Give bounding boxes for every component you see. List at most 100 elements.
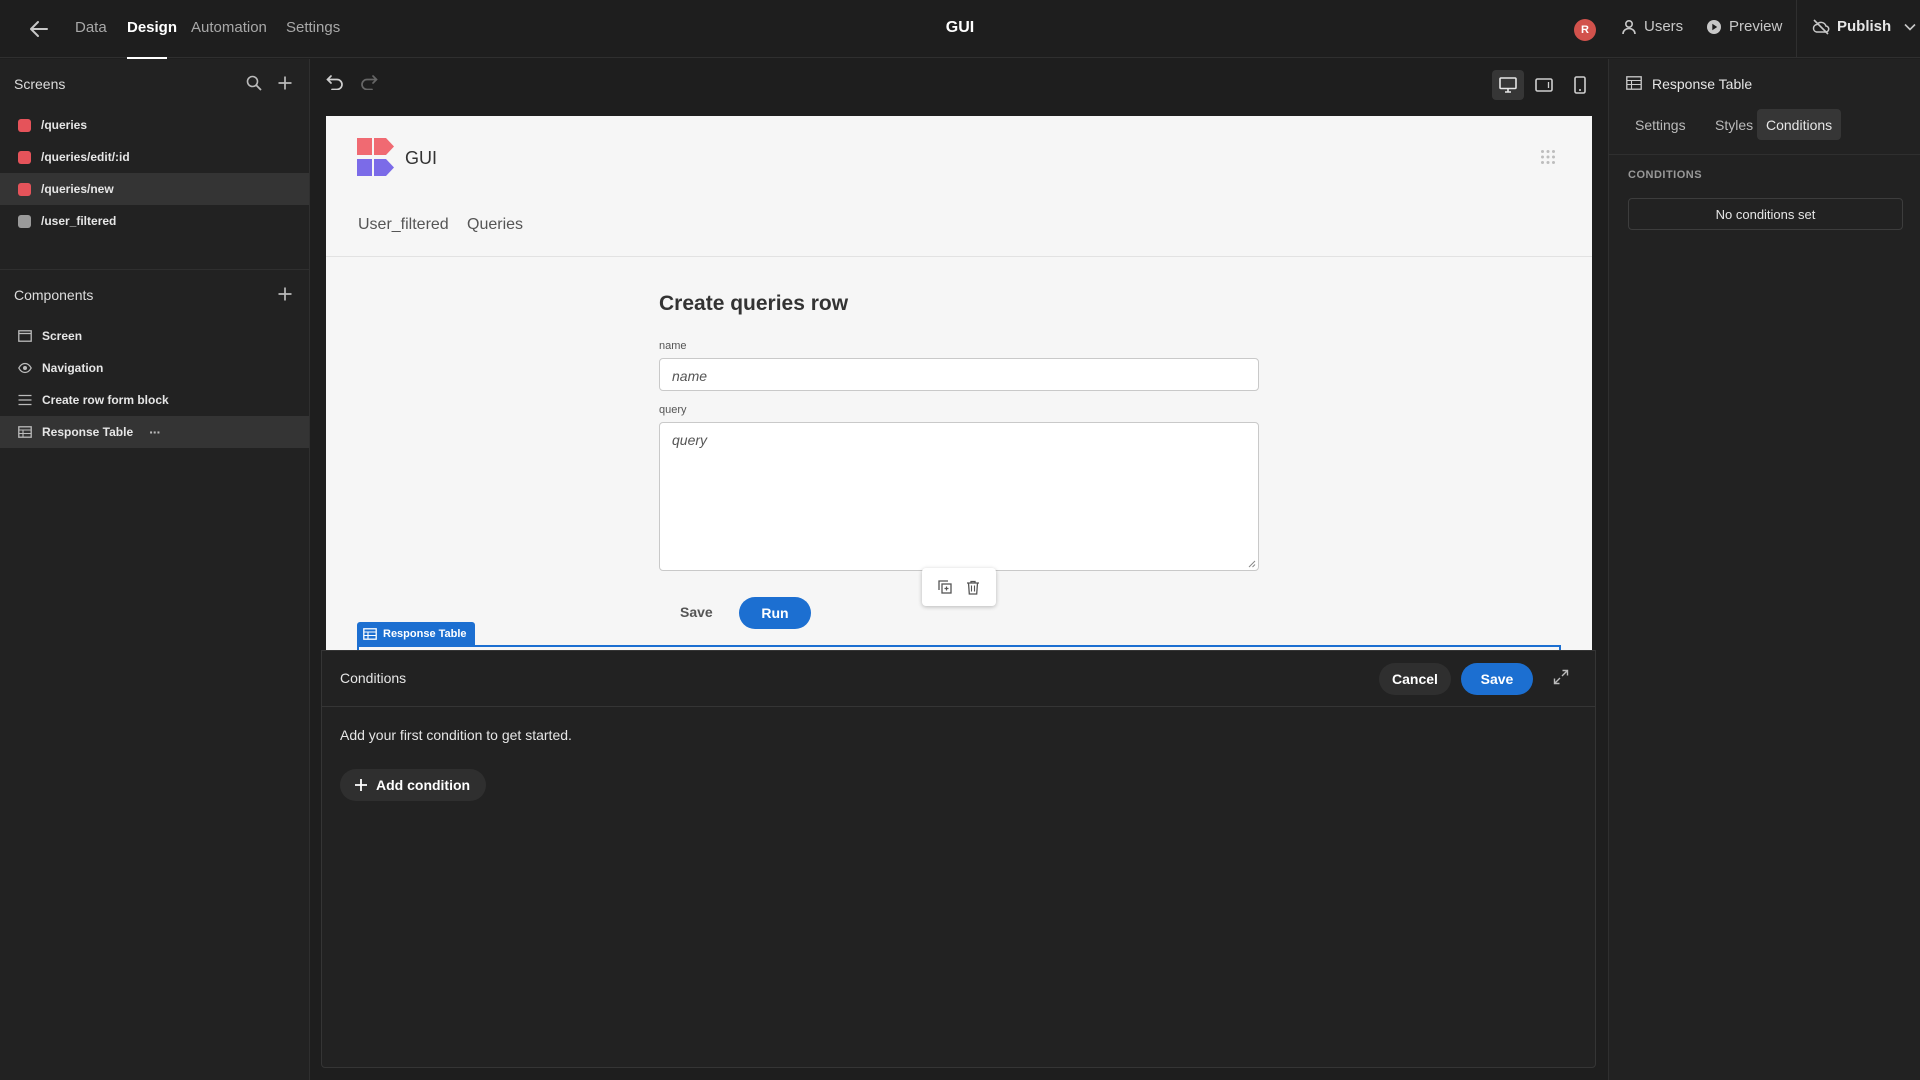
screen-item-label: /queries/edit/:id [41, 150, 130, 164]
screen-item-queries[interactable]: /queries [0, 109, 309, 141]
add-condition-label: Add condition [376, 777, 471, 793]
table-icon [18, 426, 32, 438]
resize-handle-icon[interactable] [1248, 560, 1256, 568]
redo-icon[interactable] [360, 74, 378, 90]
app-logo [357, 138, 395, 178]
nav-link-user-filtered[interactable]: User_filtered [358, 216, 449, 234]
cancel-button[interactable]: Cancel [1379, 663, 1451, 695]
conditions-drawer: Conditions Cancel Save Add your first co… [321, 650, 1596, 1068]
tab-data[interactable]: Data [75, 19, 107, 36]
screen-color-dot [18, 182, 31, 196]
components-heading: Components [14, 287, 94, 303]
screen-color-dot [18, 118, 31, 132]
table-icon [363, 628, 377, 640]
screen-item-queries-new[interactable]: /queries/new [0, 173, 309, 205]
component-item-create-row-form-block[interactable]: Create row form block [0, 384, 309, 416]
screen-item-label: /user_filtered [41, 214, 117, 228]
component-actions-toolbar [922, 568, 996, 606]
expand-icon[interactable] [1553, 669, 1569, 685]
users-button[interactable]: Users [1621, 18, 1683, 35]
screen-item-label: /queries/new [41, 182, 114, 196]
screens-heading: Screens [14, 76, 66, 92]
component-item-label: Navigation [42, 361, 104, 375]
publish-label: Publish [1837, 18, 1892, 35]
search-icon[interactable] [246, 75, 262, 91]
component-item-response-table[interactable]: Response Table ··· [0, 416, 309, 448]
conditions-section-label: CONDITIONS [1628, 169, 1703, 181]
eye-icon [18, 362, 32, 374]
component-item-screen[interactable]: Screen [0, 320, 309, 352]
screen-preview: GUI User_filtered Queries Create queries… [326, 116, 1592, 650]
chevron-down-icon [1904, 23, 1916, 31]
screen-item-label: /queries [41, 118, 88, 132]
screen-item-queries-edit[interactable]: /queries/edit/:id [0, 141, 309, 173]
screen-icon [18, 330, 32, 342]
tab-styles[interactable]: Styles [1706, 109, 1762, 140]
name-field-label: name [659, 340, 687, 352]
tablet-icon [1535, 78, 1553, 92]
more-options-icon[interactable]: ··· [149, 424, 161, 440]
right-panel-divider [1609, 154, 1920, 155]
component-item-label: Create row form block [42, 393, 169, 407]
badge-label: Response Table [383, 628, 467, 640]
desktop-view-button[interactable] [1492, 70, 1524, 100]
desktop-icon [1499, 77, 1517, 93]
undo-icon[interactable] [326, 74, 344, 90]
selected-component-badge[interactable]: Response Table [357, 622, 475, 646]
tablet-view-button[interactable] [1528, 70, 1560, 100]
mobile-view-button[interactable] [1564, 70, 1596, 100]
back-arrow-icon[interactable] [29, 20, 49, 38]
users-label: Users [1644, 18, 1684, 35]
top-bar: Data Design Automation Settings GUI R Us… [0, 0, 1920, 59]
publish-button[interactable]: Publish [1812, 18, 1916, 35]
nav-link-queries[interactable]: Queries [467, 216, 523, 234]
name-field[interactable]: name [659, 358, 1259, 391]
empty-conditions-message: Add your first condition to get started. [340, 727, 572, 743]
name-field-placeholder: name [672, 368, 708, 384]
mobile-icon [1574, 76, 1586, 94]
drawer-title: Conditions [340, 670, 407, 686]
query-field-label: query [659, 404, 687, 416]
duplicate-icon[interactable] [938, 580, 952, 594]
preview-app-name: GUI [405, 148, 438, 168]
tab-settings[interactable]: Settings [1626, 109, 1695, 140]
tab-automation[interactable]: Automation [191, 19, 267, 36]
preview-save-button[interactable]: Save [680, 604, 713, 620]
drawer-header: Conditions Cancel Save [322, 651, 1595, 707]
play-circle-icon [1706, 19, 1722, 35]
cloud-off-icon [1812, 18, 1830, 35]
query-field-placeholder: query [672, 432, 708, 448]
screen-item-user-filtered[interactable]: /user_filtered [0, 205, 309, 237]
tab-settings[interactable]: Settings [286, 19, 340, 36]
topbar-divider [1796, 0, 1797, 58]
no-conditions-button[interactable]: No conditions set [1628, 198, 1903, 230]
save-button[interactable]: Save [1461, 663, 1533, 695]
add-screen-icon[interactable] [277, 75, 293, 91]
add-condition-button[interactable]: Add condition [340, 769, 487, 801]
component-item-label: Screen [42, 329, 83, 343]
user-icon [1621, 19, 1637, 35]
component-item-label: Response Table [42, 425, 134, 439]
form-title: Create queries row [659, 292, 849, 315]
component-item-navigation[interactable]: Navigation [0, 352, 309, 384]
preview-button[interactable]: Preview [1706, 18, 1782, 35]
tab-conditions[interactable]: Conditions [1757, 109, 1842, 140]
screen-color-dot [18, 150, 31, 164]
component-title: Response Table [1652, 76, 1753, 92]
tab-design[interactable]: Design [127, 19, 177, 36]
query-field[interactable]: query [659, 422, 1259, 571]
add-component-icon[interactable] [277, 286, 293, 302]
nav-divider [326, 256, 1592, 257]
right-panel: Response Table Settings Styles Condition… [1608, 59, 1920, 1080]
table-icon [1626, 76, 1642, 90]
screen-color-dot [18, 214, 31, 228]
left-panel: Screens /queries /queries/edit/:id /quer… [0, 59, 310, 1080]
panel-divider [0, 269, 309, 270]
plus-icon [354, 778, 368, 792]
trash-icon[interactable] [966, 580, 980, 595]
run-button[interactable]: Run [739, 597, 811, 629]
form-icon [18, 394, 32, 406]
grid-menu-icon[interactable] [1540, 149, 1556, 165]
preview-label: Preview [1729, 18, 1783, 35]
avatar[interactable]: R [1574, 19, 1596, 41]
